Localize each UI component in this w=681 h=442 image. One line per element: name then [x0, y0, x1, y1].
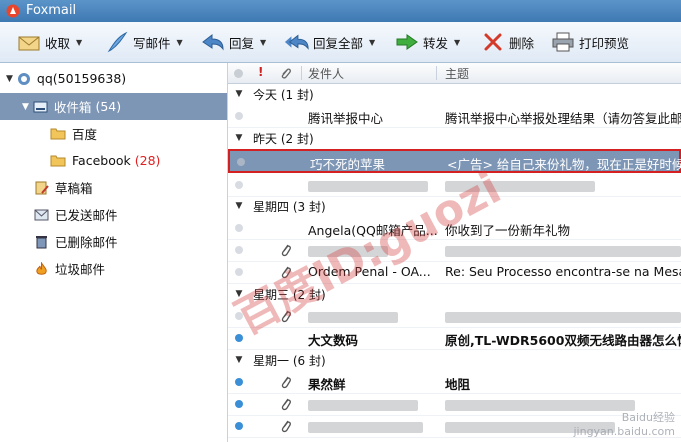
- redacted-subject: [445, 181, 595, 192]
- read-dot-icon: [237, 158, 245, 166]
- forward-button[interactable]: 转发 ▼: [394, 22, 460, 62]
- collapse-triangle-icon[interactable]: ▼: [231, 355, 247, 365]
- drafts-icon: [35, 181, 49, 194]
- chevron-down-icon[interactable]: ▼: [369, 38, 375, 47]
- receive-button[interactable]: 收取 ▼: [16, 22, 82, 62]
- attachment-column-icon[interactable]: [280, 66, 292, 80]
- read-status-column-icon[interactable]: [234, 69, 243, 78]
- paperclip-icon: [281, 266, 291, 279]
- account-icon: [17, 72, 30, 85]
- trash-icon: [36, 235, 47, 248]
- message-row-unread[interactable]: 果然鲜 地阻: [228, 371, 681, 394]
- collapse-triangle-icon[interactable]: ▼: [231, 289, 247, 299]
- reply-arrow-icon: [200, 29, 226, 55]
- subject-column-header[interactable]: 主题: [445, 65, 469, 82]
- collapse-triangle-icon[interactable]: ▼: [231, 89, 247, 99]
- expand-triangle-icon[interactable]: ▼: [6, 74, 13, 84]
- sidebar-item-baidu[interactable]: 百度: [0, 120, 227, 147]
- sidebar-item-deleted[interactable]: 已删除邮件: [0, 228, 227, 255]
- reply-all-button[interactable]: 回复全部 ▼: [284, 22, 375, 62]
- paperclip-icon: [281, 310, 291, 323]
- corner-watermark: Baidu经验 jingyan.baidu.com: [573, 411, 675, 438]
- folder-sidebar: ▼ qq(50159638) ▼ 收件箱 (54) 百度 Facebook (2…: [0, 63, 228, 442]
- collapse-triangle-icon[interactable]: ▼: [231, 201, 247, 211]
- compose-button[interactable]: 写邮件 ▼: [104, 22, 183, 62]
- paperclip-icon: [281, 420, 291, 433]
- paperclip-icon: [281, 376, 291, 389]
- sidebar-item-drafts[interactable]: 草稿箱: [0, 174, 227, 201]
- chevron-down-icon[interactable]: ▼: [454, 38, 460, 47]
- read-dot-icon: [235, 224, 243, 232]
- sent-icon: [34, 209, 49, 220]
- unread-dot-icon: [235, 334, 243, 342]
- chevron-down-icon[interactable]: ▼: [76, 38, 82, 47]
- date-group-thursday[interactable]: ▼ 星期四 (3 封): [228, 196, 681, 216]
- reply-button[interactable]: 回复 ▼: [200, 22, 266, 62]
- date-group-monday[interactable]: ▼ 星期一 (6 封): [228, 350, 681, 370]
- chevron-down-icon[interactable]: ▼: [177, 38, 183, 47]
- unread-dot-icon: [235, 400, 243, 408]
- date-group-wednesday[interactable]: ▼ 星期三 (2 封): [228, 284, 681, 304]
- date-group-yesterday[interactable]: ▼ 昨天 (2 封): [228, 128, 681, 148]
- fire-icon: [36, 261, 47, 275]
- printer-icon: [550, 29, 576, 55]
- redacted-sender: [308, 246, 388, 257]
- collapse-triangle-icon[interactable]: ▼: [231, 133, 247, 143]
- redacted-subject: [445, 312, 681, 323]
- feather-pen-icon: [104, 29, 130, 55]
- title-bar: Foxmail: [0, 0, 681, 22]
- column-divider: [436, 66, 437, 80]
- unread-dot-icon: [235, 422, 243, 430]
- window-title: Foxmail: [26, 3, 77, 18]
- read-dot-icon: [235, 181, 243, 189]
- read-dot-icon: [235, 312, 243, 320]
- message-row[interactable]: [228, 305, 681, 328]
- sender-column-header[interactable]: 发件人: [308, 65, 344, 82]
- redacted-sender: [308, 400, 418, 411]
- priority-column[interactable]: !: [258, 65, 263, 79]
- paperclip-icon: [281, 244, 291, 257]
- message-row[interactable]: [228, 239, 681, 262]
- unread-dot-icon: [235, 378, 243, 386]
- folder-icon: [50, 155, 66, 167]
- account-node[interactable]: ▼ qq(50159638): [0, 65, 227, 92]
- read-dot-icon: [235, 268, 243, 276]
- list-header: ! 发件人 主题: [228, 63, 681, 84]
- message-row[interactable]: 腾讯举报中心 腾讯举报中心举报处理结果（请勿答复此邮件: [228, 105, 681, 128]
- expand-triangle-icon[interactable]: ▼: [22, 102, 29, 112]
- print-preview-button[interactable]: 打印预览: [550, 22, 629, 62]
- foxmail-logo-icon: [6, 4, 20, 18]
- sidebar-item-junk[interactable]: 垃圾邮件: [0, 255, 227, 282]
- sidebar-item-sent[interactable]: 已发送邮件: [0, 201, 227, 228]
- message-row-selected[interactable]: 巧不死的苹果 <广告> 给自己来份礼物，现在正是好时候。: [228, 149, 681, 173]
- message-row[interactable]: [228, 174, 681, 197]
- message-row[interactable]: Angela(QQ邮箱产品... 你收到了一份新年礼物: [228, 217, 681, 240]
- column-divider: [301, 66, 302, 80]
- reply-all-arrow-icon: [284, 29, 310, 55]
- sidebar-item-facebook[interactable]: Facebook (28): [0, 147, 227, 174]
- date-group-today[interactable]: ▼ 今天 (1 封): [228, 84, 681, 104]
- delete-button[interactable]: 删除: [480, 22, 534, 62]
- message-row-unread[interactable]: 大文数码 原创,TL-WDR5600双频无线路由器怎么恢复: [228, 327, 681, 350]
- redacted-subject: [445, 246, 681, 257]
- envelope-icon: [16, 29, 42, 55]
- read-dot-icon: [235, 112, 243, 120]
- folder-icon: [50, 128, 66, 140]
- delete-x-icon: [480, 29, 506, 55]
- redacted-sender: [308, 312, 398, 323]
- redacted-sender: [308, 181, 428, 192]
- toolbar: 收取 ▼ 写邮件 ▼ 回复 ▼ 回复全部 ▼ 转发 ▼ 删除 打印预览: [0, 22, 681, 63]
- forward-arrow-icon: [394, 29, 420, 55]
- paperclip-icon: [281, 398, 291, 411]
- inbox-icon: [33, 101, 48, 112]
- message-row[interactable]: Ordem Penal - OA... Re: Seu Processo enc…: [228, 261, 681, 284]
- message-list: ! 发件人 主题 ▼ 今天 (1 封) 腾讯举报中心 腾讯举报中心举报处理结果（…: [228, 63, 681, 442]
- sidebar-item-inbox[interactable]: ▼ 收件箱 (54): [0, 93, 227, 120]
- chevron-down-icon[interactable]: ▼: [260, 38, 266, 47]
- read-dot-icon: [235, 246, 243, 254]
- redacted-sender: [308, 422, 423, 433]
